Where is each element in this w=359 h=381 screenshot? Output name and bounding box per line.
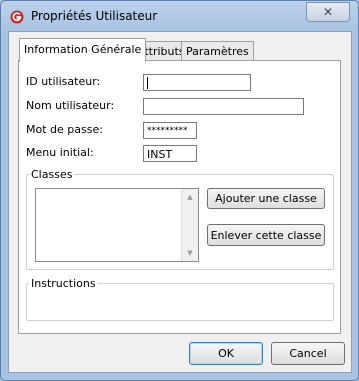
- text-caret: [147, 77, 148, 89]
- password-label: Mot de passe:: [26, 123, 103, 136]
- cancel-label: Cancel: [289, 347, 327, 360]
- scroll-up-icon[interactable]: ▲: [182, 189, 198, 205]
- remove-class-label: Enlever cette classe: [210, 228, 322, 242]
- add-class-label: Ajouter une classe: [215, 192, 317, 205]
- password-input[interactable]: *********: [143, 122, 197, 139]
- classes-scrollbar[interactable]: ▲ ▼: [181, 189, 198, 261]
- tab-label: Paramètres: [186, 45, 249, 58]
- ok-button[interactable]: OK: [189, 342, 263, 365]
- user-name-input[interactable]: [143, 98, 304, 115]
- classes-group: Classes ▲ ▼ Ajouter une classe Enlever c…: [26, 168, 334, 270]
- instructions-group: Instructions: [26, 277, 334, 321]
- tab-panel-general: ID utilisateur: Nom utilisateur: Mot de …: [18, 60, 341, 334]
- tab-label: Information Générale: [24, 43, 142, 56]
- cancel-button[interactable]: Cancel: [271, 342, 345, 365]
- instructions-group-title: Instructions: [29, 277, 98, 290]
- window-title: Propriétés Utilisateur: [31, 9, 158, 23]
- remove-class-button[interactable]: Enlever cette classe: [207, 224, 325, 246]
- initial-menu-input[interactable]: INST: [143, 145, 197, 162]
- user-name-label: Nom utilisateur:: [26, 99, 115, 112]
- initial-menu-value: INST: [147, 148, 173, 161]
- app-logo-icon: [10, 10, 24, 24]
- user-id-label: ID utilisateur:: [26, 75, 101, 88]
- close-icon: ✕: [322, 5, 334, 19]
- dialog-window: Propriétés Utilisateur ✕ Information Gén…: [0, 0, 359, 381]
- close-button[interactable]: ✕: [306, 2, 350, 22]
- dialog-client-area: Information Générale Attributs Paramètre…: [8, 31, 352, 373]
- add-class-button[interactable]: Ajouter une classe: [207, 188, 325, 209]
- user-id-input[interactable]: [143, 74, 251, 91]
- title-bar[interactable]: Propriétés Utilisateur ✕: [1, 1, 358, 32]
- scroll-down-icon[interactable]: ▼: [182, 245, 198, 261]
- initial-menu-label: Menu initial:: [26, 146, 94, 159]
- classes-group-title: Classes: [29, 168, 75, 181]
- classes-listbox[interactable]: ▲ ▼: [35, 188, 199, 262]
- tab-information-generale[interactable]: Information Générale: [19, 38, 147, 62]
- tab-parametres[interactable]: Paramètres: [181, 41, 254, 61]
- ok-label: OK: [218, 347, 234, 360]
- password-value: *********: [147, 126, 188, 136]
